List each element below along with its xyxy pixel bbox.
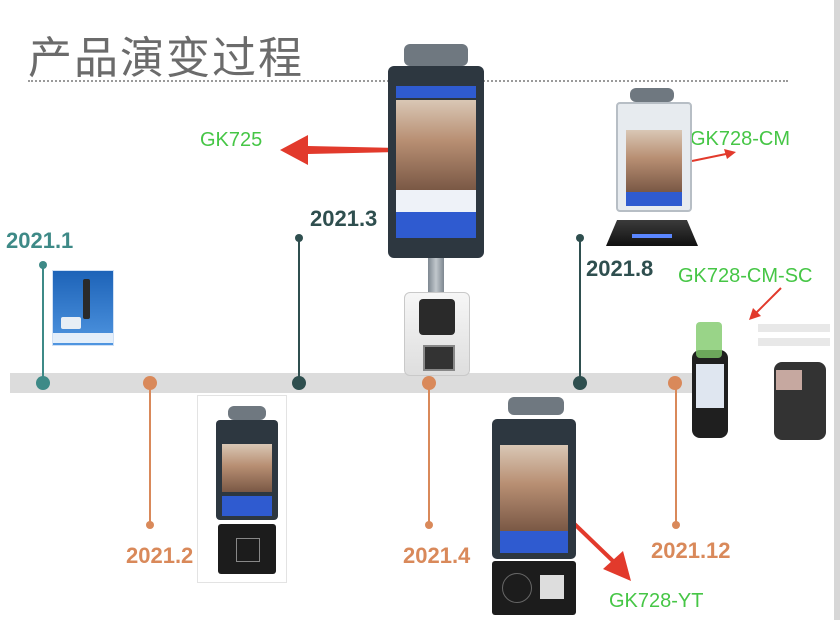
endpoint-2021-12 — [672, 521, 680, 529]
endpoint-2021-2 — [146, 521, 154, 529]
date-2021-4: 2021.4 — [403, 543, 471, 568]
node-2021-8 — [573, 376, 587, 390]
endpoint-2021-8 — [576, 234, 584, 242]
page-title: 产品演变过程 — [28, 33, 304, 84]
label-gk725: GK725 — [200, 129, 263, 151]
timeline-track — [10, 373, 696, 393]
page-edge — [834, 0, 840, 620]
endpoint-2021-3 — [295, 234, 303, 242]
node-2021-2 — [143, 376, 157, 390]
node-2021-1 — [36, 376, 50, 390]
product-image-2021-1 — [52, 270, 114, 346]
date-2021-12: 2021.12 — [651, 538, 731, 563]
date-2021-3: 2021.3 — [310, 206, 378, 231]
product-image-gk728-cm — [606, 88, 698, 250]
product-image-gk725 — [388, 42, 484, 376]
date-2021-8: 2021.8 — [586, 256, 654, 281]
arrow-icon-gk725 — [280, 135, 400, 165]
node-2021-4 — [422, 376, 436, 390]
node-2021-12 — [668, 376, 682, 390]
label-gk728-yt: GK728-YT — [609, 590, 704, 612]
date-2021-1: 2021.1 — [6, 228, 74, 253]
product-image-gk728-cm-sc — [686, 318, 836, 444]
product-image-2021-2 — [197, 395, 287, 583]
connector-2021-2 — [149, 383, 151, 525]
connector-2021-12 — [675, 383, 677, 525]
connector-2021-4 — [428, 383, 430, 525]
connector-2021-1 — [42, 265, 44, 383]
connector-2021-3 — [298, 238, 300, 383]
date-2021-2: 2021.2 — [126, 543, 194, 568]
connector-2021-8 — [579, 238, 581, 383]
endpoint-2021-1 — [39, 261, 47, 269]
endpoint-2021-4 — [425, 521, 433, 529]
node-2021-3 — [292, 376, 306, 390]
product-image-2021-4 — [488, 395, 580, 615]
